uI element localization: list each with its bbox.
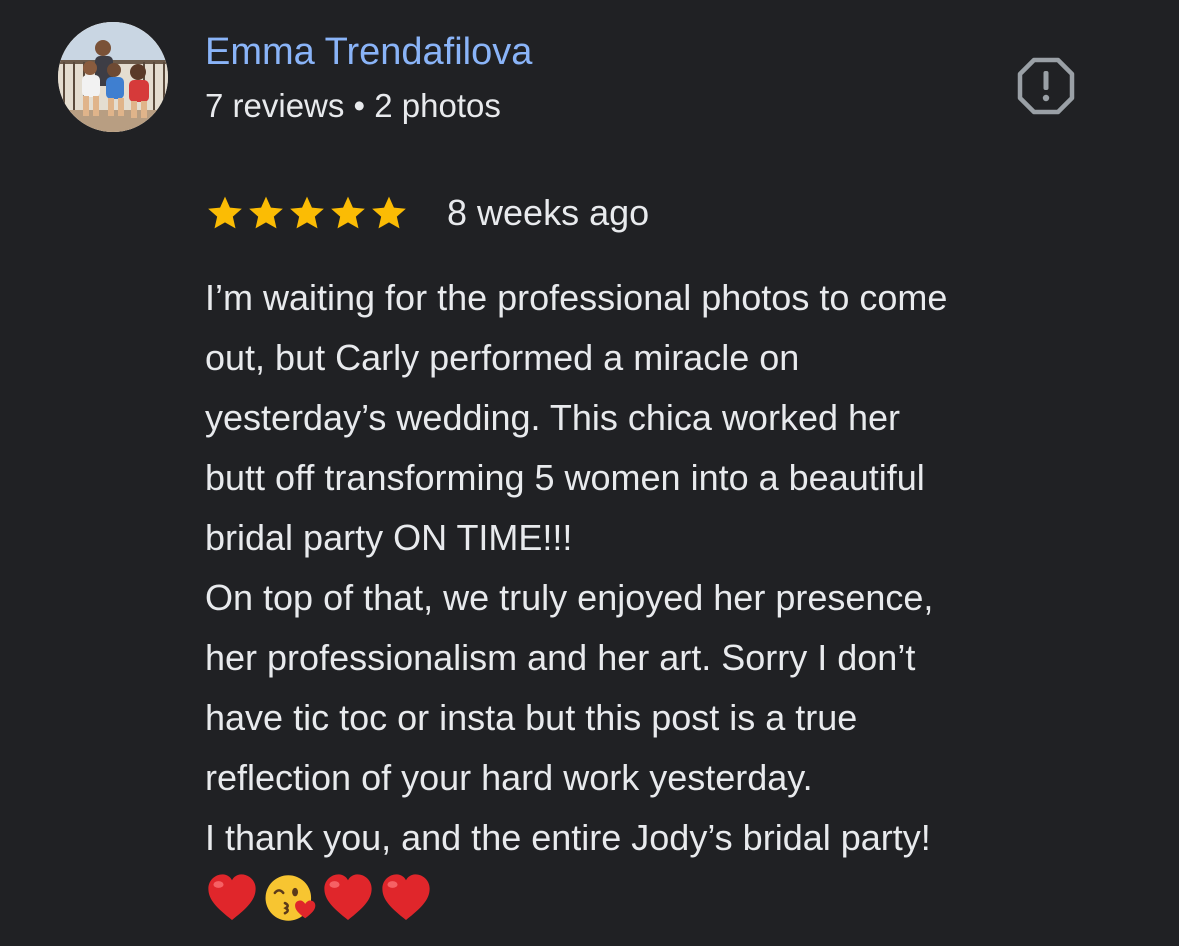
star-icon: [208, 196, 242, 229]
review-text-line: bridal party ON TIME!!!: [205, 517, 573, 558]
report-review-button[interactable]: [1014, 54, 1078, 118]
star-icon: [372, 196, 406, 229]
review-text-line: her professionalism and her art. Sorry I…: [205, 637, 916, 678]
red-heart-emoji-icon: [324, 874, 372, 920]
review-text-line: reflection of your hard work yesterday.: [205, 757, 813, 798]
rating-row: 8 weeks ago: [205, 188, 649, 238]
author-review-count: 7 reviews • 2 photos: [205, 87, 501, 124]
review-text: I’m waiting for the professional photos …: [205, 268, 1165, 868]
star-icon: [290, 196, 324, 229]
review-text-line: have tic toc or insta but this post is a…: [205, 697, 858, 738]
author-name-link[interactable]: Emma Trendafilova: [205, 28, 532, 76]
review-text-line: I’m waiting for the professional photos …: [205, 277, 948, 318]
review-text-line: yesterday’s wedding. This chica worked h…: [205, 397, 901, 438]
author-avatar[interactable]: [58, 22, 168, 132]
avatar-photo: [58, 22, 168, 132]
star-icon: [331, 196, 365, 229]
review-time: 8 weeks ago: [447, 192, 650, 233]
review-text-line: I thank you, and the entire Jody’s brida…: [205, 817, 931, 858]
report-flag-octagon-icon: [1017, 57, 1075, 115]
star-rating: [205, 193, 409, 233]
review-text-line: out, but Carly performed a miracle on: [205, 337, 800, 378]
red-heart-emoji-icon: [382, 874, 430, 920]
star-icon: [249, 196, 283, 229]
face-blowing-kiss-emoji-icon: [265, 875, 316, 921]
review-text-line: On top of that, we truly enjoyed her pre…: [205, 577, 934, 618]
review-emojis: [205, 870, 437, 926]
review-text-line: butt off transforming 5 women into a bea…: [205, 457, 925, 498]
red-heart-emoji-icon: [208, 874, 256, 920]
